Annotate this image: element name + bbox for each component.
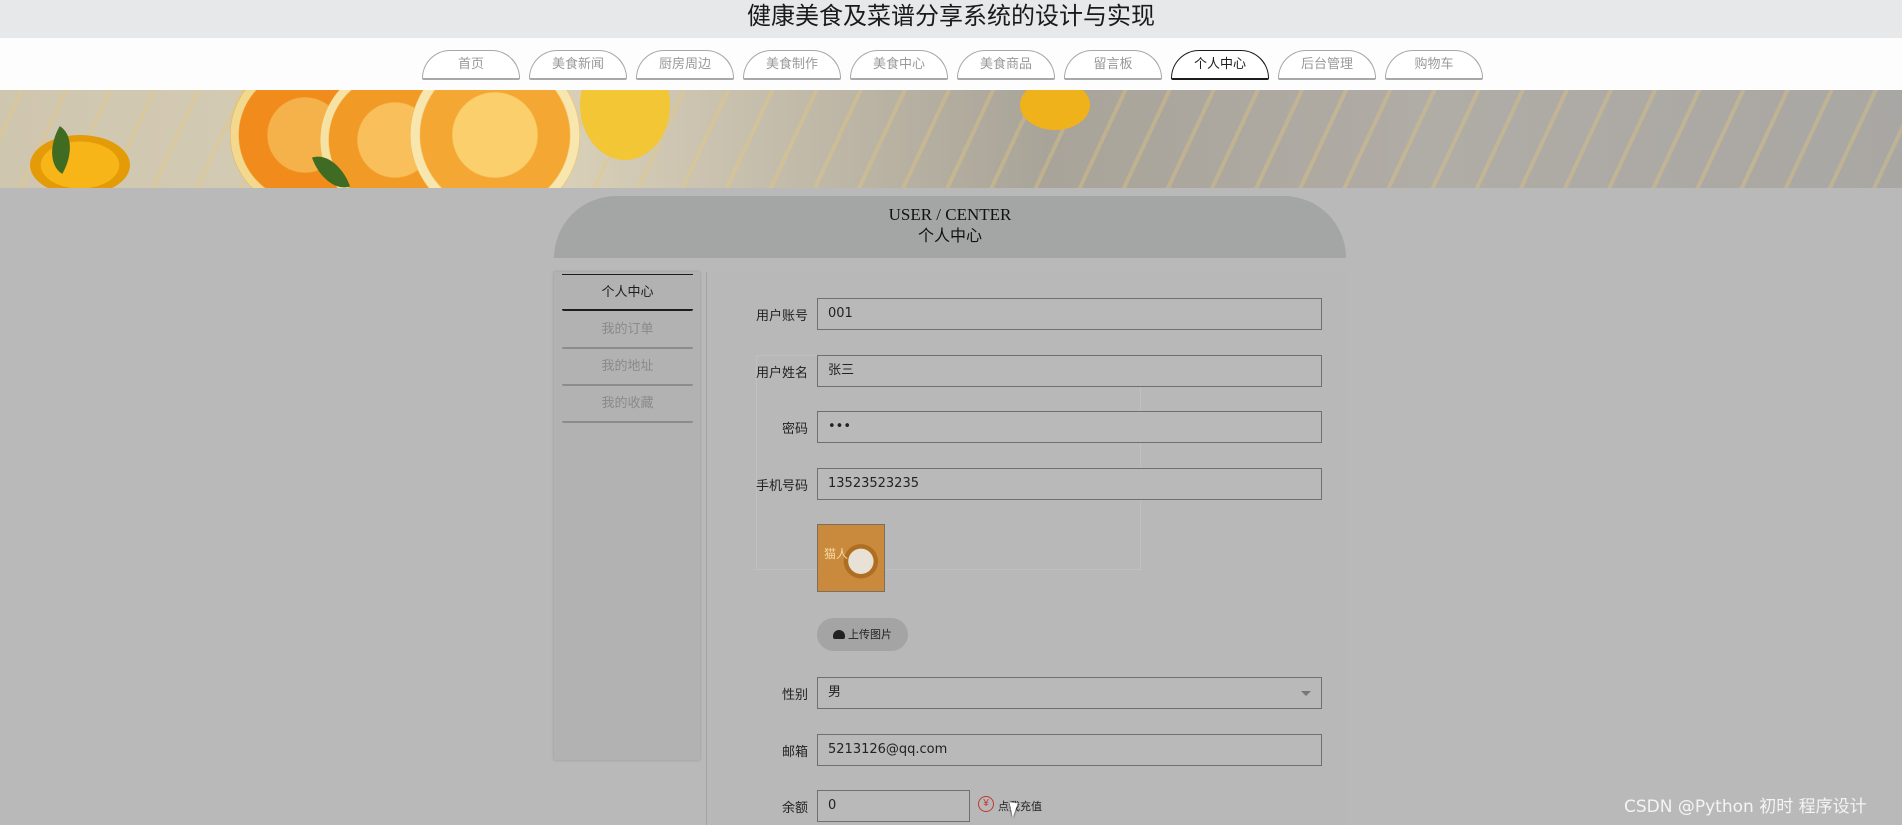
balance-label: 余额: [781, 801, 808, 816]
side-menu: 个人中心 我的订单 我的地址 我的收藏: [554, 272, 700, 760]
nav-item-kitchen[interactable]: 厨房周边: [636, 50, 734, 80]
site-title: 健康美食及菜谱分享系统的设计与实现: [747, 2, 1155, 30]
nav-item-home[interactable]: 首页: [422, 50, 520, 80]
nav-item-food-center[interactable]: 美食中心: [850, 50, 948, 80]
balance-input[interactable]: 0: [817, 790, 970, 822]
side-menu-my-orders[interactable]: 我的订单: [562, 312, 693, 349]
nav-item-food-news[interactable]: 美食新闻: [529, 50, 627, 80]
password-label: 密码: [781, 422, 808, 437]
avatar-image: 猫人: [817, 524, 885, 592]
nav-item-admin[interactable]: 后台管理: [1278, 50, 1376, 80]
nav-item-food-making[interactable]: 美食制作: [743, 50, 841, 80]
gender-select[interactable]: 男: [817, 677, 1322, 709]
email-label: 邮箱: [781, 745, 808, 760]
account-input[interactable]: 001: [817, 298, 1322, 330]
yuan-icon[interactable]: ¥: [978, 796, 994, 812]
side-menu-my-address[interactable]: 我的地址: [562, 349, 693, 386]
nav-item-cart[interactable]: 购物车: [1385, 50, 1483, 80]
name-input[interactable]: 张三: [817, 355, 1322, 387]
watermark: CSDN @Python 初时 程序设计: [1624, 797, 1867, 817]
user-center-en-title: USER / CENTER: [888, 205, 1012, 224]
gender-selected-value: 男: [828, 685, 842, 700]
password-input[interactable]: •••: [817, 411, 1322, 443]
account-label: 用户账号: [755, 309, 808, 324]
upload-image-button[interactable]: 上传图片: [817, 618, 908, 651]
name-label: 用户姓名: [755, 366, 808, 381]
gender-label: 性别: [781, 688, 808, 703]
chevron-down-icon: [1301, 691, 1311, 696]
nav-item-user-center[interactable]: 个人中心: [1171, 50, 1269, 80]
phone-label: 手机号码: [755, 479, 808, 494]
recharge-link[interactable]: 点我充值: [998, 798, 1042, 814]
nav-item-message-board[interactable]: 留言板: [1064, 50, 1162, 80]
faint-overlay: [756, 355, 1141, 570]
cloud-upload-icon: [833, 630, 845, 639]
avatar-caption: 猫人: [824, 547, 849, 561]
title-bar: 健康美食及菜谱分享系统的设计与实现: [0, 0, 1902, 38]
user-center-header: USER / CENTER 个人中心: [554, 196, 1346, 258]
banner-lemon: [30, 135, 130, 188]
phone-input[interactable]: 13523523235: [817, 468, 1322, 500]
upload-button-label: 上传图片: [848, 628, 892, 641]
user-center-cn-title: 个人中心: [917, 226, 982, 245]
banner-image: [0, 90, 1902, 188]
email-input[interactable]: 5213126@qq.com: [817, 734, 1322, 766]
top-nav: 首页 美食新闻 厨房周边 美食制作 美食中心 美食商品 留言板 个人中心 后台管…: [0, 38, 1902, 90]
banner-lemon: [1020, 90, 1090, 130]
nav-list: 首页 美食新闻 厨房周边 美食制作 美食中心 美食商品 留言板 个人中心 后台管…: [422, 50, 1483, 80]
banner-orange-slice: [410, 90, 580, 188]
side-menu-user-center[interactable]: 个人中心: [562, 274, 693, 311]
nav-item-food-goods[interactable]: 美食商品: [957, 50, 1055, 80]
banner-lemon: [580, 90, 670, 160]
side-menu-my-favorites[interactable]: 我的收藏: [562, 386, 693, 423]
